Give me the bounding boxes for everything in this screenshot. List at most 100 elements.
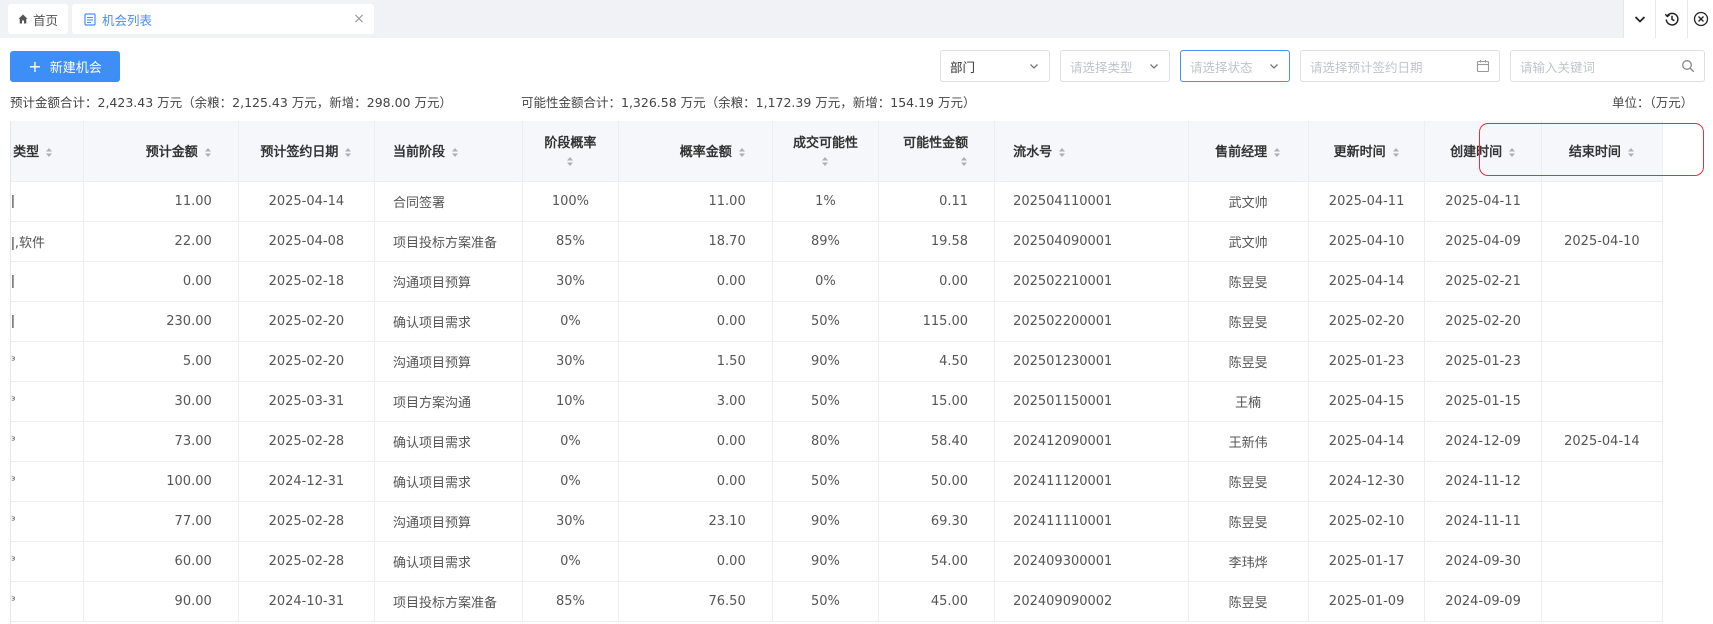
cell-deal-possibility: 80% (772, 421, 880, 462)
table-row[interactable]: ǀ 0.00 2025-02-18 沟通项目预算 30% 0.00 0% 0.00 202502… (11, 261, 1664, 302)
dropdown-button[interactable] (1623, 0, 1655, 38)
cell-updated-time: 2025-01-09 (1308, 581, 1426, 622)
sort-icon[interactable] (1058, 147, 1066, 158)
cell-end-time (1541, 541, 1664, 582)
cell-serial-number: 202409090002 (994, 581, 1189, 622)
cell-presales-manager: 武文帅 (1188, 221, 1309, 262)
cell-probability-amount: 1.50 (618, 341, 773, 382)
cell-type: ᵌ (11, 421, 85, 462)
sort-icon[interactable] (566, 156, 574, 167)
col-header-signing-date[interactable]: 预计签约日期 (238, 121, 375, 182)
col-header-deal-possibility[interactable]: 成交可能性 (772, 121, 880, 182)
cell-serial-number: 202412090001 (994, 421, 1189, 462)
signing-date-picker[interactable]: 请选择预计签约日期 (1300, 50, 1500, 82)
table-row[interactable]: ᵌ 5.00 2025-02-20 沟通项目预算 30% 1.50 90% 4.50 20250… (11, 341, 1664, 382)
cell-end-time (1541, 381, 1664, 422)
col-header-type[interactable]: 类型 (11, 121, 85, 182)
close-icon[interactable]: × (352, 12, 366, 26)
table-row[interactable]: ǀ 11.00 2025-04-14 合同签署 100% 11.00 1% 0.11 20250… (11, 181, 1664, 222)
sort-icon[interactable] (45, 147, 53, 158)
cell-end-time: 2025-04-14 (1541, 421, 1664, 462)
cell-serial-number: 202502210001 (994, 261, 1189, 302)
search-icon[interactable] (1681, 59, 1695, 73)
cell-updated-time: 2025-04-11 (1308, 181, 1426, 222)
cell-possible-amount: 54.00 (878, 541, 996, 582)
cell-current-stage: 确认项目需求 (374, 421, 523, 462)
cell-expected-amount: 100.00 (83, 461, 239, 502)
col-header-probability-amount[interactable]: 概率金额 (618, 121, 773, 182)
cell-updated-time: 2025-04-15 (1308, 381, 1426, 422)
cell-created-time: 2025-02-20 (1424, 301, 1542, 342)
cell-probability-amount: 0.00 (618, 541, 773, 582)
cell-created-time: 2025-04-11 (1424, 181, 1542, 222)
expected-amount-summary: 预计金额合计：2,423.43 万元（余粮：2,125.43 万元，新增：298… (10, 95, 452, 110)
cell-current-stage: 项目投标方案准备 (374, 581, 523, 622)
cell-type: ǀ,软件 (11, 221, 85, 262)
cell-presales-manager: 陈昱旻 (1188, 301, 1309, 342)
tab-opportunity-list[interactable]: 机会列表 × (72, 4, 374, 34)
col-header-updated-time[interactable]: 更新时间 (1308, 121, 1426, 182)
sort-icon[interactable] (738, 147, 746, 158)
sort-icon[interactable] (344, 147, 352, 158)
cell-possible-amount: 19.58 (878, 221, 996, 262)
cell-possible-amount: 50.00 (878, 461, 996, 502)
cell-current-stage: 确认项目需求 (374, 301, 523, 342)
cell-expected-amount: 30.00 (83, 381, 239, 422)
tab-opportunity-list-label: 机会列表 (102, 12, 153, 28)
cell-presales-manager: 李玮烨 (1188, 541, 1309, 582)
status-select-placeholder: 请选择状态 (1190, 59, 1253, 75)
sort-icon[interactable] (1273, 147, 1281, 158)
sort-icon[interactable] (821, 156, 829, 167)
cell-presales-manager: 陈昱旻 (1188, 461, 1309, 502)
cell-created-time: 2025-01-15 (1424, 381, 1542, 422)
cell-end-time (1541, 581, 1664, 622)
possible-amount-summary: 可能性金额合计：1,326.58 万元（余粮：1,172.39 万元，新增：15… (521, 95, 976, 110)
cell-created-time: 2025-02-21 (1424, 261, 1542, 302)
col-header-possible-amount[interactable]: 可能性金额 (878, 121, 996, 182)
cell-created-time: 2024-12-09 (1424, 421, 1542, 462)
signing-date-placeholder: 请选择预计签约日期 (1310, 59, 1423, 75)
table-row[interactable]: ᵌ 60.00 2025-02-28 确认项目需求 0% 0.00 90% 54.00 2024… (11, 541, 1664, 582)
sort-icon[interactable] (451, 147, 459, 158)
department-select[interactable]: 部门 (940, 50, 1050, 82)
status-select[interactable]: 请选择状态 (1180, 50, 1290, 82)
table-row[interactable]: ᵌ 100.00 2024-12-31 确认项目需求 0% 0.00 50% 50.00 202… (11, 461, 1664, 502)
cell-created-time: 2024-09-09 (1424, 581, 1542, 622)
col-header-serial-number[interactable]: 流水号 (994, 121, 1189, 182)
table-row[interactable]: ǀ 230.00 2025-02-20 确认项目需求 0% 0.00 50% 115.00 20… (11, 301, 1664, 342)
cell-deal-possibility: 0% (772, 261, 880, 302)
col-header-current-stage[interactable]: 当前阶段 (374, 121, 523, 182)
cell-possible-amount: 4.50 (878, 341, 996, 382)
cell-updated-time: 2025-04-14 (1308, 421, 1426, 462)
type-select[interactable]: 请选择类型 (1060, 50, 1170, 82)
col-header-presales-manager[interactable]: 售前经理 (1188, 121, 1309, 182)
table-row[interactable]: ǀ,软件 22.00 2025-04-08 项目投标方案准备 85% 18.70 89% 19… (11, 221, 1664, 262)
chevron-down-icon (1030, 64, 1038, 69)
table-row[interactable]: ᵌ 90.00 2024-10-31 项目投标方案准备 85% 76.50 50% 45.00… (11, 581, 1664, 622)
sort-icon[interactable] (1392, 147, 1400, 158)
sort-icon[interactable] (204, 147, 212, 158)
cell-type: ǀ (11, 261, 85, 302)
cell-probability-amount: 11.00 (618, 181, 773, 222)
cell-end-time (1541, 461, 1664, 502)
plus-icon: + (28, 56, 42, 76)
keyword-search-input[interactable]: 请输入关键词 (1510, 50, 1705, 82)
cell-signing-date: 2025-02-28 (238, 421, 375, 462)
cell-updated-time: 2025-02-20 (1308, 301, 1426, 342)
table-row[interactable]: ᵌ 30.00 2025-03-31 项目方案沟通 10% 3.00 50% 15.00 202… (11, 381, 1664, 422)
cell-signing-date: 2025-04-14 (238, 181, 375, 222)
new-opportunity-button[interactable]: + 新建机会 (10, 51, 120, 82)
cell-end-time: 2025-04-10 (1541, 221, 1664, 262)
cell-expected-amount: 90.00 (83, 581, 239, 622)
cell-deal-possibility: 90% (772, 341, 880, 382)
cell-possible-amount: 115.00 (878, 301, 996, 342)
table-row[interactable]: ᵌ 73.00 2025-02-28 确认项目需求 0% 0.00 80% 58.40 2024… (11, 421, 1664, 462)
history-button[interactable] (1655, 0, 1687, 38)
col-header-stage-probability[interactable]: 阶段概率 (522, 121, 620, 182)
table-row[interactable]: ᵌ 77.00 2025-02-28 沟通项目预算 30% 23.10 90% 69.30 20… (11, 501, 1664, 542)
sort-icon[interactable] (960, 156, 968, 167)
cell-type: ᵌ (11, 381, 85, 422)
col-header-expected-amount[interactable]: 预计金额 (83, 121, 239, 182)
tab-home[interactable]: 首页 (8, 4, 68, 34)
close-all-button[interactable] (1687, 0, 1713, 38)
